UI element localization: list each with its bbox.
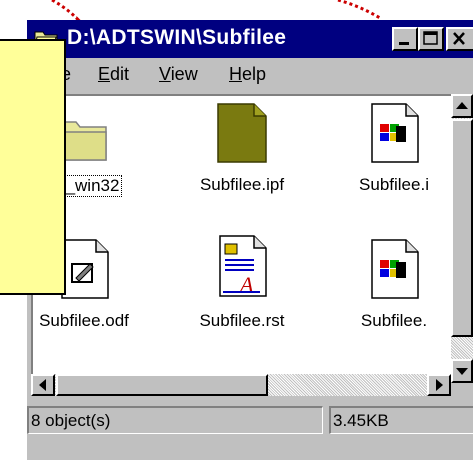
status-size: 3.45KB — [329, 406, 473, 434]
window-title: D:\ADTSWIN\Subfilee — [67, 26, 287, 49]
close-button[interactable] — [446, 27, 473, 51]
file-label: Subfilee. — [360, 311, 428, 330]
windows-file-icon — [371, 103, 419, 163]
explorer-window: D:\ADTSWIN\Subfilee File Edit View Help … — [27, 20, 473, 460]
file-label: Subfilee.i — [359, 175, 429, 194]
scroll-thumb[interactable] — [56, 374, 268, 396]
maximize-icon — [423, 31, 438, 45]
scroll-right-button[interactable] — [427, 374, 451, 396]
svg-text:A: A — [238, 272, 254, 297]
file-item[interactable]: Subfilee.ipf — [177, 102, 307, 195]
scroll-left-button[interactable] — [31, 374, 55, 396]
windows-file-icon — [371, 239, 419, 299]
file-item[interactable]: Subfilee. — [329, 238, 451, 331]
arrow-up-icon — [456, 102, 468, 109]
status-object-count: 8 object(s) — [27, 406, 323, 434]
file-view[interactable]: Rt_win32 Subfilee.ipf Subfilee.i Subfile… — [31, 94, 451, 375]
horizontal-scrollbar[interactable] — [31, 374, 451, 396]
arrow-right-icon — [436, 379, 443, 391]
menu-help[interactable]: Help — [229, 64, 266, 85]
maximize-button[interactable] — [418, 27, 444, 51]
rst-file-icon: A — [219, 235, 267, 297]
callout-box — [0, 39, 66, 295]
minimize-icon — [399, 42, 409, 45]
ipf-file-icon — [217, 103, 267, 163]
menu-view[interactable]: View — [159, 64, 198, 85]
file-label: Subfilee.odf — [39, 311, 129, 330]
file-label: Subfilee.rst — [199, 311, 285, 330]
scroll-up-button[interactable] — [451, 94, 473, 118]
file-item[interactable]: A Subfilee.rst — [177, 234, 307, 331]
vertical-scrollbar[interactable] — [451, 94, 473, 383]
arrow-left-icon — [39, 379, 46, 391]
minimize-button[interactable] — [392, 27, 418, 51]
file-item[interactable]: Subfilee.i — [329, 102, 451, 195]
scroll-thumb[interactable] — [451, 119, 473, 337]
scroll-down-button[interactable] — [451, 359, 473, 383]
arrow-down-icon — [456, 368, 468, 375]
file-label: Subfilee.ipf — [199, 175, 285, 194]
menu-bar: File Edit View Help — [27, 58, 473, 92]
close-icon — [453, 32, 465, 45]
status-bar: 8 object(s) 3.45KB — [27, 402, 473, 438]
menu-edit[interactable]: Edit — [98, 64, 129, 85]
title-bar[interactable]: D:\ADTSWIN\Subfilee — [27, 20, 473, 58]
